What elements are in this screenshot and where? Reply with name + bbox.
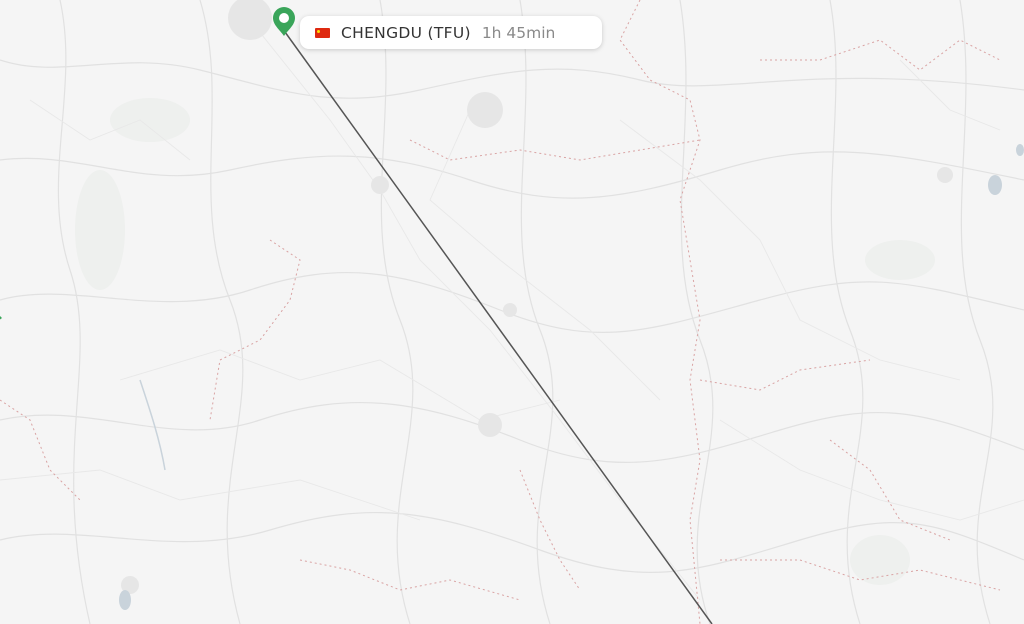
route-label-card[interactable]: CHENGDU (TFU) 1h 45min <box>300 16 602 49</box>
map-canvas[interactable] <box>0 0 1024 624</box>
china-flag-icon <box>315 27 330 38</box>
map[interactable] <box>0 0 1024 624</box>
flight-duration: 1h 45min <box>481 23 556 42</box>
destination-city: CHENGDU (TFU) <box>341 23 471 42</box>
